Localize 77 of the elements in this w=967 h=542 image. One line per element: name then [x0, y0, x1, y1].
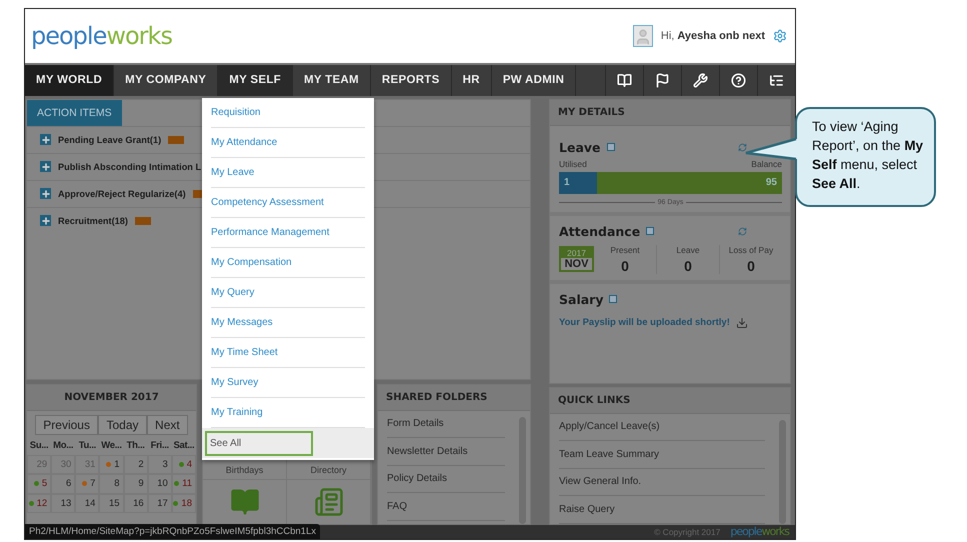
menu-item[interactable]: Requisition — [211, 98, 365, 128]
expand-icon[interactable] — [40, 188, 51, 200]
calendar-day[interactable]: 3 — [162, 458, 168, 470]
scrollbar[interactable] — [779, 420, 786, 524]
quick-link[interactable]: Apply/Cancel Leave(s) — [559, 414, 765, 442]
balance-value: 95 — [764, 176, 778, 190]
status-url: Ph2/HLM/Home/SiteMap?p=jkbRQnbPZo5FslweIM5fpbl3hCCbn1Lx — [25, 524, 320, 539]
folder-link[interactable]: Newsletter Details — [387, 438, 505, 466]
calendar-title: NOVEMBER 2017 — [27, 384, 196, 411]
user-greeting: Hi, Ayesha onb next — [660, 30, 765, 42]
menu-item[interactable]: See All — [202, 428, 374, 458]
action-item[interactable]: Recruitment(18) — [58, 216, 128, 226]
calendar-nav-button[interactable]: Next — [146, 414, 188, 435]
panel-title: QUICK LINKS — [550, 388, 790, 414]
section-title: Leave — [559, 140, 601, 155]
panel-title: MY DETAILS — [550, 100, 790, 126]
month-label: NOV — [561, 258, 592, 270]
nav-tab[interactable]: MY WORLD — [25, 64, 114, 96]
nav-tab[interactable]: MY SELF — [218, 64, 293, 96]
action-item[interactable]: Publish Absconding Intimation L — [58, 162, 202, 172]
balance-label: Balance — [751, 158, 782, 169]
stat-label: Leave — [676, 244, 700, 255]
stat-label: Loss of Pay — [728, 244, 774, 255]
stat-value: 0 — [621, 258, 629, 274]
calendar-day[interactable]: 1 — [114, 458, 120, 470]
utilised-value: 1 — [563, 176, 571, 188]
download-icon[interactable] — [736, 316, 748, 329]
payslip-message: Your Payslip will be uploaded shortly! — [559, 317, 730, 328]
expand-icon[interactable] — [609, 295, 618, 304]
year-label: 2017 — [567, 248, 586, 258]
folder-link[interactable]: Policy Details — [387, 466, 505, 494]
weekday-label: We... — [100, 438, 123, 453]
footer-logo: peopleworks — [730, 525, 789, 538]
calendar-nav-button[interactable]: Today — [98, 414, 147, 435]
company-logo: peopleworks — [31, 22, 172, 50]
quick-link[interactable]: View General Info. — [559, 468, 765, 496]
settings-icon[interactable] — [773, 28, 787, 43]
calendar-day[interactable]: 8 — [114, 478, 120, 490]
action-item[interactable]: Approve/Reject Regularize(4) — [58, 188, 186, 199]
action-items-tab[interactable]: ACTION ITEMS — [27, 100, 122, 126]
action-item[interactable]: Pending Leave Grant(1) — [58, 134, 162, 145]
folder-link[interactable]: FAQ — [387, 493, 505, 521]
folder-link[interactable]: Form Details — [387, 410, 505, 438]
stat-value: 0 — [684, 258, 692, 274]
highlight-outline: See All — [205, 430, 314, 456]
weekday-label: Fri... — [150, 438, 170, 453]
calendar-day[interactable]: 6 — [66, 478, 72, 490]
weekday-label: Su... — [28, 438, 50, 453]
callout-text: To view ‘Aging Report’, on the My Self menu, select See All. — [812, 118, 924, 193]
stat-label: Present — [610, 244, 640, 255]
calendar-day[interactable]: 4 — [186, 458, 192, 470]
avatar — [632, 24, 653, 47]
stat-value: 0 — [747, 258, 755, 274]
quick-link[interactable]: Team Leave Summary — [559, 441, 765, 469]
expand-icon[interactable] — [40, 134, 51, 146]
book-icon — [230, 486, 260, 517]
calendar-day[interactable]: 9 — [138, 478, 144, 490]
calendar-day[interactable]: 7 — [90, 478, 96, 490]
weekday-label: Mo... — [52, 438, 74, 453]
expand-icon[interactable] — [40, 215, 51, 226]
calendar-nav-button[interactable]: Previous — [35, 414, 98, 435]
scrollbar[interactable] — [519, 416, 526, 524]
weekday-label: Th... — [126, 438, 146, 453]
quick-link[interactable]: Raise Query — [559, 496, 765, 524]
expand-icon[interactable] — [646, 227, 654, 236]
newspaper-icon — [314, 486, 344, 517]
nav-tab[interactable]: HR — [452, 64, 492, 96]
section-title: Salary — [559, 292, 604, 307]
calendar-day[interactable]: 5 — [42, 478, 48, 490]
calendar-day[interactable]: 2 — [138, 458, 144, 470]
weekday-label: Tu... — [78, 438, 98, 453]
expand-icon[interactable] — [40, 161, 51, 172]
section-title: Attendance — [559, 224, 640, 239]
expand-icon[interactable] — [606, 143, 615, 152]
weekday-label: Sat... — [172, 438, 196, 453]
utilised-label: Utilised — [559, 158, 587, 169]
panel-title: SHARED FOLDERS — [378, 384, 530, 411]
